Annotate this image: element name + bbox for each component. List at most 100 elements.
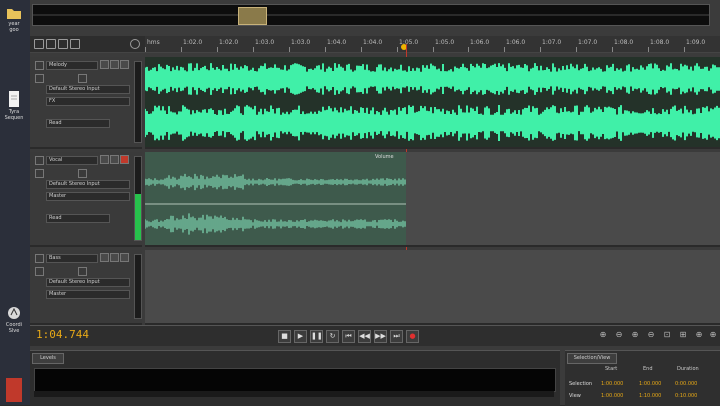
ruler-tick-label: 1:02.0	[219, 39, 239, 46]
track-output-select[interactable]: Master	[46, 290, 130, 299]
track-automation-mode-select[interactable]: Read	[46, 119, 110, 128]
snap-icon[interactable]	[130, 39, 140, 49]
waveform-vocal[interactable]	[145, 152, 720, 245]
app-taskbar-icon[interactable]	[6, 378, 22, 402]
ruler-tick-label: 1:07.0	[542, 39, 562, 46]
fast-forward-button[interactable]: ▶▶	[374, 330, 387, 343]
volume-knob-icon[interactable]	[35, 74, 44, 83]
track-lane[interactable]	[145, 250, 720, 325]
track-input-select[interactable]: Default Stereo Input	[46, 278, 130, 287]
ruler-tick-label: 1:07.0	[578, 39, 598, 46]
volume-knob-icon[interactable]	[35, 267, 44, 276]
rewind-button[interactable]: ◀◀	[358, 330, 371, 343]
pause-button[interactable]: ❚❚	[310, 330, 323, 343]
view-end-value[interactable]: 1:10.000	[639, 393, 661, 399]
track-header[interactable]: Bass Default Stereo Input Master	[30, 250, 142, 325]
waveform-melody[interactable]	[145, 57, 720, 147]
track-name-field[interactable]: Melody	[46, 61, 98, 70]
go-to-end-button[interactable]: ⏭	[390, 330, 403, 343]
clip-volume-label: Volume	[375, 154, 394, 160]
track-level-meter	[134, 61, 142, 143]
track-output-select[interactable]: FX	[46, 97, 130, 106]
ruler-tick-mark	[504, 47, 505, 52]
toggle-sends-icon[interactable]	[70, 39, 80, 49]
pan-knob-icon[interactable]	[78, 169, 87, 178]
zoom-in-left-icon[interactable]: ⊕	[694, 330, 704, 340]
selection-duration-value[interactable]: 0:00.000	[675, 381, 697, 387]
track-input-select[interactable]: Default Stereo Input	[46, 180, 130, 189]
zoom-out-time-icon[interactable]: ⊖	[646, 330, 656, 340]
desktop-item-shortcut[interactable]: Coordi Slve	[4, 305, 24, 334]
pan-knob-icon[interactable]	[78, 267, 87, 276]
zoom-out-amplitude-icon[interactable]: ⊖	[614, 330, 624, 340]
track-output-select[interactable]: Master	[46, 192, 130, 201]
mute-button[interactable]	[100, 155, 109, 164]
track-name-field[interactable]: Vocal	[46, 156, 98, 165]
solo-button[interactable]	[110, 155, 119, 164]
ruler-tick-label: 1:03.0	[255, 39, 275, 46]
track-level-meter	[134, 156, 142, 241]
stop-button[interactable]: ■	[278, 330, 291, 343]
desktop-item-folder[interactable]: year goo	[4, 6, 24, 33]
desktop-item-document[interactable]: Tyra Sequen	[4, 90, 24, 121]
solo-button[interactable]	[110, 253, 119, 262]
levels-tab[interactable]: Levels	[32, 353, 64, 364]
ruler-tick-label: 1:09.0	[686, 39, 706, 46]
zoom-in-time-icon[interactable]: ⊕	[630, 330, 640, 340]
toggle-io-icon[interactable]	[46, 39, 56, 49]
shortcut-icon	[8, 307, 20, 319]
selection-end-value[interactable]: 1:00.000	[639, 381, 661, 387]
track-automation-mode-select[interactable]: Read	[46, 214, 110, 223]
view-row-label: View	[569, 393, 581, 399]
solo-button[interactable]	[110, 60, 119, 69]
ruler-tick-mark	[433, 47, 434, 52]
pan-knob-icon[interactable]	[78, 74, 87, 83]
overview-viewport-handle[interactable]	[238, 7, 267, 25]
zoom-in-amplitude-icon[interactable]: ⊕	[598, 330, 608, 340]
go-to-start-button[interactable]: ⏮	[342, 330, 355, 343]
duration-header: Duration	[677, 366, 699, 372]
ruler-tick-mark	[253, 47, 254, 52]
document-icon	[9, 91, 19, 107]
selection-view-tab[interactable]: Selection/View	[567, 353, 617, 364]
time-ruler[interactable]: hms 1:02.0 1:02.0 1:03.0 1:03.0 1:04.0 1:04.0 1…	[145, 36, 720, 52]
record-arm-button[interactable]	[120, 155, 129, 164]
record-arm-button[interactable]	[120, 253, 129, 262]
zoom-in-right-icon[interactable]: ⊕	[708, 330, 718, 340]
track-lane[interactable]: Volume	[145, 152, 720, 247]
ruler-tick-mark	[648, 47, 649, 52]
overview-navigator[interactable]	[32, 4, 710, 26]
ruler-tick-label: 1:06.0	[506, 39, 526, 46]
ruler-tick-mark	[612, 47, 613, 52]
mute-button[interactable]	[100, 60, 109, 69]
transport-bar: 1:04.744 ■ ▶ ❚❚ ↻ ⏮ ◀◀ ▶▶ ⏭ ● ⊕ ⊖ ⊕ ⊖ ⊡ …	[30, 325, 720, 346]
desktop-item-label: Coordi Slve	[5, 322, 23, 334]
view-duration-value[interactable]: 0:10.000	[675, 393, 697, 399]
track-input-select[interactable]: Default Stereo Input	[46, 85, 130, 94]
track-collapse-icon[interactable]	[35, 156, 44, 165]
ruler-tick-mark	[289, 47, 290, 52]
track-header[interactable]: Melody Default Stereo Input FX Read	[30, 57, 142, 149]
play-button[interactable]: ▶	[294, 330, 307, 343]
desktop-item-label: year goo	[8, 21, 20, 33]
track-name-field[interactable]: Bass	[46, 254, 98, 263]
selection-start-value[interactable]: 1:00.000	[601, 381, 623, 387]
track-lane[interactable]	[145, 57, 720, 149]
record-button[interactable]: ●	[406, 330, 419, 343]
loop-button[interactable]: ↻	[326, 330, 339, 343]
record-arm-button[interactable]	[120, 60, 129, 69]
volume-knob-icon[interactable]	[35, 169, 44, 178]
zoom-selection-icon[interactable]: ⊞	[678, 330, 688, 340]
toggle-global-icon[interactable]	[34, 39, 44, 49]
zoom-full-icon[interactable]: ⊡	[662, 330, 672, 340]
track-collapse-icon[interactable]	[35, 254, 44, 263]
track-header[interactable]: Vocal Default Stereo Input Master Read	[30, 152, 142, 247]
track-collapse-icon[interactable]	[35, 61, 44, 70]
start-header: Start	[605, 366, 618, 372]
view-start-value[interactable]: 1:00.000	[601, 393, 623, 399]
overview-track	[33, 14, 709, 16]
ruler-tick-label: 1:04.0	[327, 39, 347, 46]
mute-button[interactable]	[100, 253, 109, 262]
ruler-tick-mark	[468, 47, 469, 52]
toggle-fx-icon[interactable]	[58, 39, 68, 49]
